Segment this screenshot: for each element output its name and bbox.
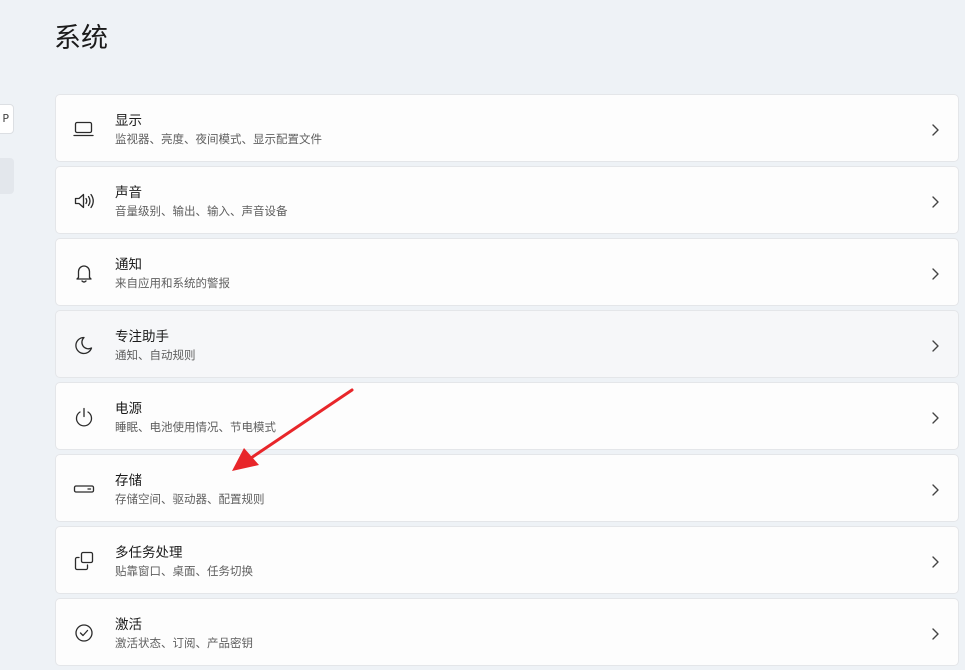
bell-icon	[72, 262, 96, 284]
chevron-right-icon	[930, 266, 940, 280]
nav-item-selected-partial[interactable]	[0, 158, 14, 194]
power-icon	[72, 406, 96, 428]
settings-item-power[interactable]: 电源 睡眠、电池使用情况、节电模式	[55, 382, 959, 450]
settings-item-title: 显示	[115, 113, 142, 129]
settings-item-display[interactable]: 显示 监视器、亮度、夜间模式、显示配置文件	[55, 94, 959, 162]
settings-item-subtitle: 存储空间、驱动器、配置规则	[115, 492, 265, 506]
chevron-right-icon	[930, 122, 940, 136]
settings-item-subtitle: 监视器、亮度、夜间模式、显示配置文件	[115, 132, 322, 146]
nav-search-glyph: P	[2, 112, 9, 125]
check-circle-icon	[72, 622, 96, 644]
nav-search-box-partial[interactable]: P	[0, 104, 14, 134]
settings-item-subtitle: 音量级别、输出、输入、声音设备	[115, 204, 288, 218]
settings-item-title: 专注助手	[115, 329, 169, 345]
settings-item-subtitle: 睡眠、电池使用情况、节电模式	[115, 420, 276, 434]
settings-item-title: 通知	[115, 257, 142, 273]
settings-item-subtitle: 来自应用和系统的警报	[115, 276, 230, 290]
multitask-windows-icon	[72, 550, 96, 572]
chevron-right-icon	[930, 482, 940, 496]
settings-item-multitasking[interactable]: 多任务处理 贴靠窗口、桌面、任务切换	[55, 526, 959, 594]
settings-item-storage[interactable]: 存储 存储空间、驱动器、配置规则	[55, 454, 959, 522]
chevron-right-icon	[930, 194, 940, 208]
settings-item-notifications[interactable]: 通知 来自应用和系统的警报	[55, 238, 959, 306]
settings-item-sound[interactable]: 声音 音量级别、输出、输入、声音设备	[55, 166, 959, 234]
settings-item-title: 激活	[115, 617, 142, 633]
chevron-right-icon	[930, 626, 940, 640]
settings-item-focus-assist[interactable]: 专注助手 通知、自动规则	[55, 310, 959, 378]
page-title: 系统	[54, 23, 108, 54]
chevron-right-icon	[930, 410, 940, 424]
settings-item-title: 多任务处理	[115, 545, 183, 561]
settings-item-subtitle: 贴靠窗口、桌面、任务切换	[115, 564, 253, 578]
storage-drive-icon	[72, 478, 96, 500]
speaker-icon	[72, 190, 96, 212]
monitor-icon	[72, 118, 96, 140]
chevron-right-icon	[930, 338, 940, 352]
settings-item-title: 存储	[115, 473, 142, 489]
settings-item-title: 电源	[115, 401, 142, 417]
settings-item-subtitle: 激活状态、订阅、产品密钥	[115, 636, 253, 650]
settings-item-subtitle: 通知、自动规则	[115, 348, 196, 362]
moon-icon	[72, 334, 96, 356]
settings-item-title: 声音	[115, 185, 142, 201]
chevron-right-icon	[930, 554, 940, 568]
settings-list: 显示 监视器、亮度、夜间模式、显示配置文件 声音 音量级别、输出、输入、声音设备	[55, 94, 959, 670]
settings-item-activation[interactable]: 激活 激活状态、订阅、产品密钥	[55, 598, 959, 666]
